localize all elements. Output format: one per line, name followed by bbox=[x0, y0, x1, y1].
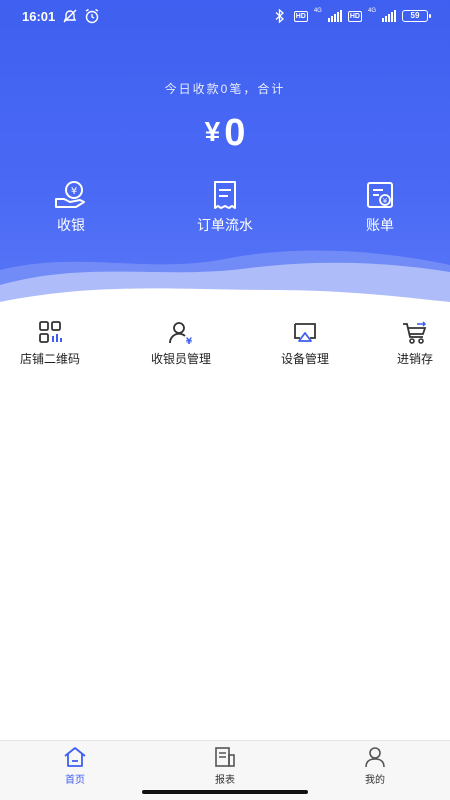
feature-label: 店铺二维码 bbox=[19, 352, 80, 366]
quick-action-label: 收银 bbox=[57, 217, 85, 233]
amount-value: 0 bbox=[224, 112, 246, 154]
tab-mine[interactable]: 我的 bbox=[335, 745, 415, 786]
wave-decoration bbox=[0, 250, 450, 320]
tab-label: 报表 bbox=[215, 775, 235, 786]
cashier-manage-icon: ¥ bbox=[169, 322, 193, 346]
quick-action-label: 订单流水 bbox=[197, 217, 253, 233]
feature-store-qr[interactable]: 店铺二维码 bbox=[0, 320, 105, 367]
alarm-icon bbox=[85, 8, 99, 24]
network-label: 4G bbox=[313, 8, 322, 14]
quick-actions: ¥ 收银 订单流水 ¥ 账单 bbox=[0, 180, 450, 240]
qr-code-icon bbox=[39, 321, 62, 343]
device-icon bbox=[294, 323, 316, 342]
report-icon bbox=[215, 747, 235, 767]
hd-icon: HD bbox=[293, 10, 308, 22]
cash-register-icon: ¥ bbox=[55, 181, 85, 208]
quick-action-bill[interactable]: ¥ 账单 bbox=[325, 180, 435, 235]
signal-icon bbox=[327, 10, 342, 22]
no-notification-icon bbox=[63, 9, 77, 23]
feature-grid: 店铺二维码 ¥ 收银员管理 设备管理 进销存 bbox=[0, 320, 450, 370]
cart-icon bbox=[403, 321, 427, 344]
tab-report[interactable]: 报表 bbox=[185, 745, 265, 786]
tab-home[interactable]: 首页 bbox=[35, 745, 115, 786]
status-time: 16:01 bbox=[22, 9, 56, 24]
network-label-2: 4G bbox=[367, 8, 376, 14]
hd-icon-2: HD bbox=[347, 10, 362, 22]
currency-symbol: ¥ bbox=[204, 116, 221, 147]
svg-text:¥: ¥ bbox=[71, 186, 77, 197]
svg-text:¥: ¥ bbox=[186, 337, 193, 346]
signal-icon-2 bbox=[382, 10, 396, 22]
user-icon bbox=[365, 747, 385, 768]
feature-label: 设备管理 bbox=[280, 352, 329, 366]
bill-icon: ¥ bbox=[367, 182, 393, 208]
feature-inventory[interactable]: 进销存 bbox=[360, 320, 450, 367]
home-icon bbox=[64, 747, 86, 767]
hero-header bbox=[0, 0, 450, 320]
quick-action-orders[interactable]: 订单流水 bbox=[170, 180, 280, 235]
today-amount: ¥0 bbox=[0, 112, 450, 155]
battery-icon: 59 bbox=[402, 10, 431, 22]
home-indicator[interactable] bbox=[142, 790, 308, 794]
feature-label: 进销存 bbox=[396, 352, 433, 366]
status-bar: 16:01 HD 4G HD 4G 59 bbox=[0, 0, 450, 34]
feature-label: 收银员管理 bbox=[150, 352, 211, 366]
feature-device-manage[interactable]: 设备管理 bbox=[250, 320, 360, 367]
today-summary: 今日收款0笔，合计 bbox=[164, 82, 286, 96]
quick-action-label: 账单 bbox=[366, 217, 394, 233]
feature-cashier-manage[interactable]: ¥ 收银员管理 bbox=[126, 320, 236, 367]
quick-action-cashier[interactable]: ¥ 收银 bbox=[16, 180, 126, 235]
svg-text:¥: ¥ bbox=[383, 197, 388, 205]
tab-label: 首页 bbox=[65, 775, 85, 786]
tab-label: 我的 bbox=[365, 775, 385, 786]
order-receipt-icon bbox=[214, 181, 236, 209]
bluetooth-icon bbox=[275, 8, 284, 24]
